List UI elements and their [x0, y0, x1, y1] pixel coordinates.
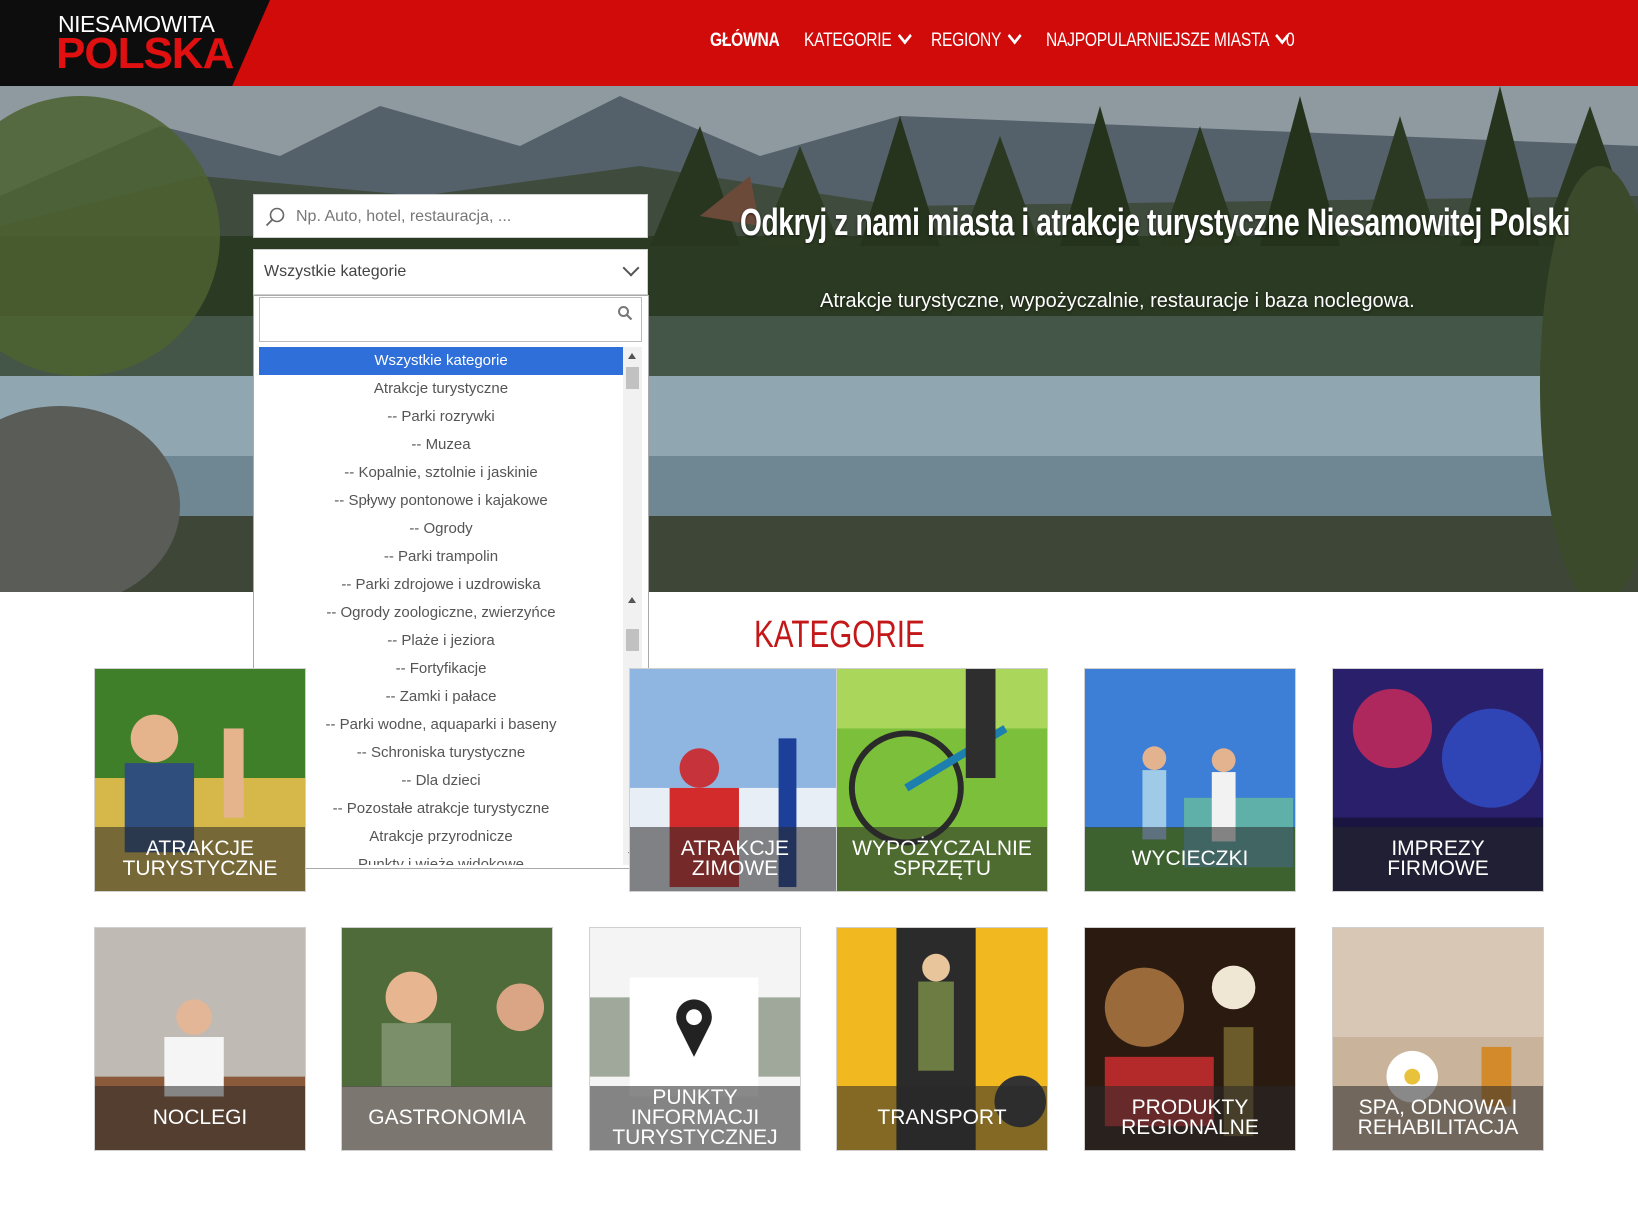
category-select-value: Wszystkie kategorie: [264, 263, 407, 280]
tile-label: ATRAKCJE TURYSTYCZNE: [95, 827, 305, 891]
tile-label: WYCIECZKI: [1085, 827, 1295, 891]
dropdown-option[interactable]: -- Kopalnie, sztolnie i jaskinie: [259, 459, 623, 487]
dropdown-option[interactable]: -- Muzea: [259, 431, 623, 459]
logo[interactable]: NIESAMOWITA POLSKA: [0, 0, 270, 86]
dropdown-option[interactable]: -- Parki rozrywki: [259, 403, 623, 431]
dropdown-option[interactable]: -- Plaże i jeziora: [259, 627, 623, 655]
category-tile-equipment-rental[interactable]: WYPOŻYCZALNIE SPRZĘTU: [836, 668, 1048, 892]
category-tile-transport[interactable]: TRANSPORT: [836, 927, 1048, 1151]
dropdown-option[interactable]: -- Zamki i pałace: [259, 683, 623, 711]
chevron-down-icon: [897, 27, 912, 45]
category-tile-accommodation[interactable]: NOCLEGI: [94, 927, 306, 1151]
nav-popular-cities[interactable]: NAJPOPULARNIEJSZE MIASTA: [1046, 27, 1290, 52]
categories-heading: KATEGORIE: [754, 614, 925, 656]
nav-categories[interactable]: KATEGORIE: [804, 27, 912, 52]
search-icon: [265, 207, 285, 227]
dropdown-option[interactable]: -- Parki zdrojowe i uzdrowiska: [259, 571, 623, 599]
logo-text-bottom: POLSKA: [56, 29, 234, 78]
search-input[interactable]: [294, 195, 638, 239]
dropdown-options: Wszystkie kategorie Atrakcje turystyczne…: [259, 347, 623, 865]
dropdown-search-field[interactable]: [259, 297, 642, 342]
category-tile-spa[interactable]: SPA, ODNOWA I REHABILITACJA: [1332, 927, 1544, 1151]
dropdown-option[interactable]: -- Spływy pontonowe i kajakowe: [259, 487, 623, 515]
nav-home[interactable]: GŁÓWNA: [710, 30, 780, 52]
dropdown-option[interactable]: -- Parki wodne, aquaparki i baseny: [259, 711, 623, 739]
tile-label: PUNKTY INFORMACJI TURYSTYCZNEJ: [590, 1086, 800, 1150]
search-box: [253, 194, 648, 239]
dropdown-option[interactable]: Atrakcje przyrodnicze: [259, 823, 623, 851]
category-dropdown: Wszystkie kategorie Atrakcje turystyczne…: [253, 295, 649, 869]
dropdown-option[interactable]: -- Ogrody zoologiczne, zwierzyńce: [259, 599, 623, 627]
category-tile-winter-attractions[interactable]: ATRAKCJE ZIMOWE: [629, 668, 841, 892]
dropdown-option[interactable]: -- Fortyfikacje: [259, 655, 623, 683]
dropdown-option[interactable]: -- Schroniska turystyczne: [259, 739, 623, 767]
tile-label: TRANSPORT: [837, 1086, 1047, 1150]
category-select[interactable]: Wszystkie kategorie: [253, 249, 648, 295]
scroll-up-icon[interactable]: [628, 597, 636, 603]
tile-label: ATRAKCJE ZIMOWE: [630, 827, 840, 891]
category-tile-regional-products[interactable]: PRODUKTY REGIONALNE: [1084, 927, 1296, 1151]
site-header: NIESAMOWITA POLSKA GŁÓWNA KATEGORIE REGI…: [0, 0, 1638, 86]
nav-regions[interactable]: REGIONY: [931, 27, 1022, 52]
dropdown-option[interactable]: Atrakcje turystyczne: [259, 375, 623, 403]
hero-landscape-image: [0, 86, 1638, 592]
dropdown-option[interactable]: -- Ogrody: [259, 515, 623, 543]
scrollbar-thumb[interactable]: [626, 629, 639, 651]
chevron-down-icon: [1007, 27, 1022, 45]
tile-label: PRODUKTY REGIONALNE: [1085, 1086, 1295, 1150]
search-icon: [618, 306, 633, 321]
scrollbar-thumb[interactable]: [626, 367, 639, 389]
hero-title: Odkryj z nami miasta i atrakcje turystyc…: [740, 202, 1571, 244]
chevron-down-icon: [622, 259, 640, 277]
category-tile-tourist-attractions[interactable]: ATRAKCJE TURYSTYCZNE: [94, 668, 306, 892]
dropdown-option[interactable]: Punkty i wieże widokowe: [259, 851, 623, 865]
dropdown-option[interactable]: -- Parki trampolin: [259, 543, 623, 571]
category-tile-corporate-events[interactable]: IMPREZY FIRMOWE: [1332, 668, 1544, 892]
nav-cart-count[interactable]: 0: [1286, 30, 1295, 52]
dropdown-option[interactable]: -- Pozostałe atrakcje turystyczne: [259, 795, 623, 823]
hero-banner: Odkryj z nami miasta i atrakcje turystyc…: [0, 86, 1638, 592]
category-tile-gastronomy[interactable]: GASTRONOMIA: [341, 927, 553, 1151]
tile-label: NOCLEGI: [95, 1086, 305, 1150]
scroll-up-icon[interactable]: [628, 353, 636, 359]
dropdown-option[interactable]: -- Dla dzieci: [259, 767, 623, 795]
category-tile-trips[interactable]: WYCIECZKI: [1084, 668, 1296, 892]
tile-label: IMPREZY FIRMOWE: [1333, 827, 1543, 891]
hero-subtitle: Atrakcje turystyczne, wypożyczalnie, res…: [820, 290, 1415, 312]
tile-label: WYPOŻYCZALNIE SPRZĘTU: [837, 827, 1047, 891]
tile-label: SPA, ODNOWA I REHABILITACJA: [1333, 1086, 1543, 1150]
dropdown-option[interactable]: Wszystkie kategorie: [259, 347, 623, 375]
tile-label: GASTRONOMIA: [342, 1086, 552, 1150]
category-tile-tourist-info[interactable]: PUNKTY INFORMACJI TURYSTYCZNEJ: [589, 927, 801, 1151]
